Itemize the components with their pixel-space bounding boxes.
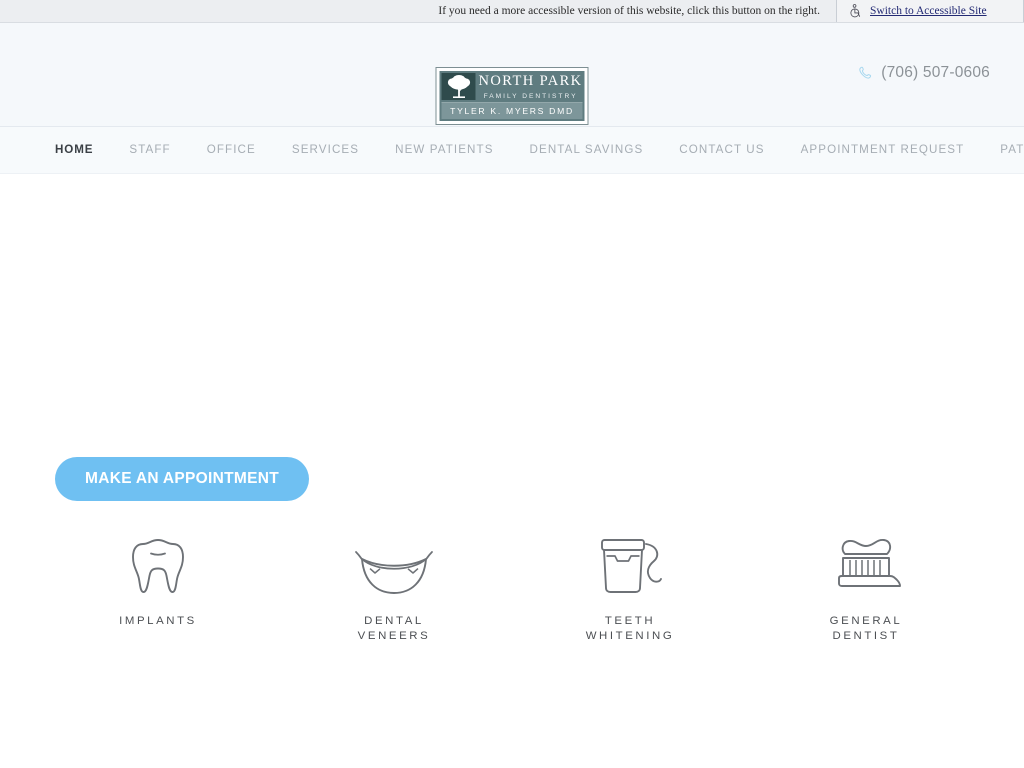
nav-item-patient-education[interactable]: PATIENT EDUCATION <box>1000 143 1024 158</box>
accessibility-bar: If you need a more accessible version of… <box>0 0 1024 23</box>
phone-number: (706) 507-0606 <box>881 64 990 81</box>
nav-item-staff[interactable]: STAFF <box>129 143 170 158</box>
hero-section: MAKE AN APPOINTMENT IMPLANTS DENTAL VENE… <box>0 174 1024 768</box>
tree-icon <box>441 73 476 100</box>
make-an-appointment-button[interactable]: MAKE AN APPOINTMENT <box>55 457 309 501</box>
nav-item-services[interactable]: SERVICES <box>292 143 359 158</box>
wheelchair-accessibility-icon <box>850 4 861 18</box>
services-row: IMPLANTS DENTAL VENEERS TEETH WHITENING … <box>0 534 1024 645</box>
logo-text-block: NORTH PARK FAMILY DENTISTRY <box>479 73 583 100</box>
service-label-teeth-whitening: TEETH WHITENING <box>585 615 675 643</box>
accessibility-message: If you need a more accessible version of… <box>438 5 820 17</box>
nav-item-contact-us[interactable]: CONTACT US <box>679 143 764 158</box>
rinse-cup-icon <box>590 534 670 596</box>
logo-practice-name: NORTH PARK <box>478 73 583 90</box>
site-header: NORTH PARK FAMILY DENTISTRY TYLER K. MYE… <box>0 23 1024 127</box>
logo-top-row: NORTH PARK FAMILY DENTISTRY <box>440 71 585 102</box>
logo-inner: NORTH PARK FAMILY DENTISTRY TYLER K. MYE… <box>439 71 585 121</box>
switch-to-accessible-site-label: Switch to Accessible Site <box>870 5 987 17</box>
service-item-dental-veneers[interactable]: DENTAL VENEERS <box>276 534 512 645</box>
header-phone[interactable]: (706) 507-0606 <box>858 64 990 82</box>
nav-item-appointment-request[interactable]: APPOINTMENT REQUEST <box>801 143 965 158</box>
switch-to-accessible-site-button[interactable]: Switch to Accessible Site <box>836 0 1024 22</box>
nav-item-dental-savings[interactable]: DENTAL SAVINGS <box>530 143 644 158</box>
service-label-dental-veneers: DENTAL VENEERS <box>357 615 431 643</box>
logo-tagline: FAMILY DENTISTRY <box>483 92 578 100</box>
nav-item-home[interactable]: HOME <box>55 143 93 180</box>
toothbrush-icon <box>829 534 903 596</box>
logo-doctor-bar: TYLER K. MYERS DMD <box>441 102 583 119</box>
site-logo[interactable]: NORTH PARK FAMILY DENTISTRY TYLER K. MYE… <box>435 67 589 125</box>
smile-icon <box>354 534 434 596</box>
service-label-general-dentist: GENERAL DENTIST <box>829 615 903 643</box>
nav-item-office[interactable]: OFFICE <box>207 143 256 158</box>
service-label-implants: IMPLANTS <box>119 615 197 627</box>
tooth-icon <box>127 534 189 596</box>
phone-icon <box>859 66 872 79</box>
service-item-general-dentist[interactable]: GENERAL DENTIST <box>748 534 984 645</box>
service-item-implants[interactable]: IMPLANTS <box>40 534 276 645</box>
nav-item-new-patients[interactable]: NEW PATIENTS <box>395 143 493 158</box>
service-item-teeth-whitening[interactable]: TEETH WHITENING <box>512 534 748 645</box>
logo-doctor-name: TYLER K. MYERS DMD <box>450 106 574 116</box>
main-navigation: HOME STAFF OFFICE SERVICES NEW PATIENTS … <box>0 127 1024 180</box>
